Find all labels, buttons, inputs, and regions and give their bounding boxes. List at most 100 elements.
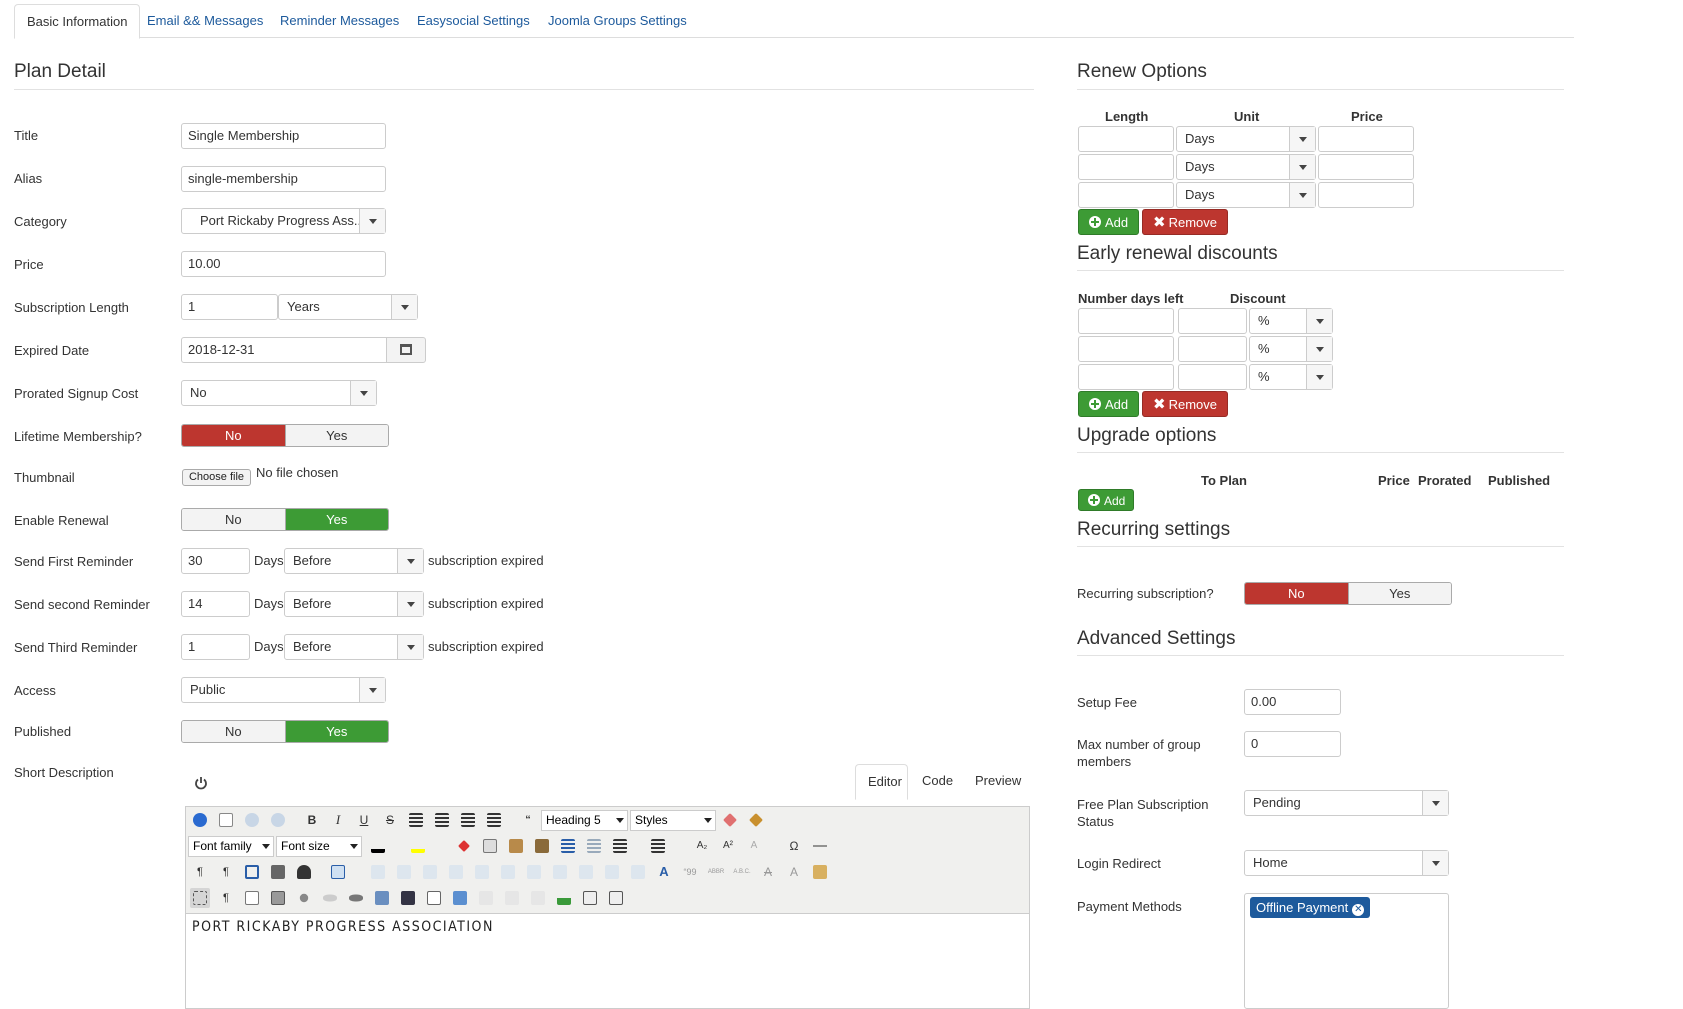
renew-unit-select[interactable]: Days: [1176, 126, 1316, 152]
media-icon[interactable]: [398, 888, 418, 908]
max-group-members-input[interactable]: 0: [1244, 731, 1341, 757]
font-size-select[interactable]: Font size: [276, 836, 362, 857]
template-icon[interactable]: [242, 888, 262, 908]
insert-row-after-icon[interactable]: [446, 862, 466, 882]
blockquote-icon[interactable]: “: [518, 810, 538, 830]
login-redirect-select[interactable]: Home: [1244, 850, 1449, 876]
toggle-no[interactable]: No: [182, 425, 285, 446]
read-more-icon[interactable]: [606, 888, 626, 908]
font-family-select[interactable]: Font family: [188, 836, 274, 857]
insert-col-after-icon[interactable]: [524, 862, 544, 882]
access-select[interactable]: Public: [181, 677, 386, 703]
renew-remove-button[interactable]: ✖ Remove: [1142, 209, 1228, 235]
insert-image-icon[interactable]: [372, 888, 392, 908]
preview-icon[interactable]: [528, 888, 548, 908]
early-discount-type-select[interactable]: %: [1249, 336, 1333, 362]
renew-length-input[interactable]: [1078, 126, 1174, 152]
power-icon[interactable]: [194, 776, 208, 791]
special-char-icon[interactable]: Ω: [784, 836, 804, 856]
early-days-input[interactable]: [1078, 308, 1174, 334]
undo-icon[interactable]: [242, 810, 262, 830]
remove-tag-icon[interactable]: ✕: [1352, 904, 1365, 916]
image-icon[interactable]: [268, 888, 288, 908]
published-toggle[interactable]: No Yes: [181, 720, 389, 743]
upgrade-add-button[interactable]: Add: [1078, 489, 1134, 511]
font-style-icon[interactable]: A: [654, 862, 674, 882]
editor-tab-preview[interactable]: Preview: [963, 764, 1033, 800]
help-icon[interactable]: [190, 810, 210, 830]
text-color-icon[interactable]: [368, 836, 388, 856]
table-cell-props-icon[interactable]: [394, 862, 414, 882]
renew-add-button[interactable]: Add: [1078, 209, 1139, 235]
bold-icon[interactable]: B: [302, 810, 322, 830]
tab-reminder-messages[interactable]: Reminder Messages: [268, 4, 411, 38]
eraser-icon[interactable]: [720, 810, 740, 830]
early-discount-type-select[interactable]: %: [1249, 364, 1333, 390]
early-discount-input[interactable]: [1178, 336, 1247, 362]
renew-length-input[interactable]: [1078, 154, 1174, 180]
first-reminder-input[interactable]: 30: [181, 548, 250, 574]
highlight-color-icon[interactable]: [408, 836, 428, 856]
page-break-icon[interactable]: [580, 888, 600, 908]
expired-date-input[interactable]: 2018-12-31: [181, 337, 387, 363]
prorated-signup-select[interactable]: No: [181, 380, 377, 406]
anchor-icon[interactable]: [294, 888, 314, 908]
delete-col-icon[interactable]: [550, 862, 570, 882]
toggle-no[interactable]: No: [182, 721, 285, 742]
price-input[interactable]: 10.00: [181, 251, 386, 277]
redo-icon[interactable]: [268, 810, 288, 830]
rtl-icon[interactable]: ¶: [216, 862, 236, 882]
styles-select[interactable]: Styles: [630, 810, 716, 831]
subscript-icon[interactable]: A₂: [692, 836, 712, 856]
split-cells-icon[interactable]: [576, 862, 596, 882]
early-discount-input[interactable]: [1178, 364, 1247, 390]
editor-tab-editor[interactable]: Editor: [855, 764, 908, 800]
first-reminder-when-select[interactable]: Before: [284, 548, 424, 574]
strikethrough-icon[interactable]: S: [380, 810, 400, 830]
delete-row-icon[interactable]: [472, 862, 492, 882]
bullet-list-icon[interactable]: [648, 836, 668, 856]
print-icon[interactable]: [268, 862, 288, 882]
renew-length-input[interactable]: [1078, 182, 1174, 208]
tab-email-messages[interactable]: Email && Messages: [135, 4, 275, 38]
alias-input[interactable]: single-membership: [181, 166, 386, 192]
tab-easysocial-settings[interactable]: Easysocial Settings: [405, 4, 542, 38]
choose-file-button[interactable]: Choose file: [182, 469, 251, 486]
toggle-yes[interactable]: Yes: [1347, 583, 1451, 604]
horizontal-rule-icon[interactable]: [810, 836, 830, 856]
ins-icon[interactable]: A: [784, 862, 804, 882]
enable-renewal-toggle[interactable]: No Yes: [181, 508, 389, 531]
toggle-yes[interactable]: Yes: [284, 509, 388, 530]
acronym-icon[interactable]: A.B.C.: [732, 862, 752, 882]
editor-tab-code[interactable]: Code: [910, 764, 965, 800]
paste-word-icon[interactable]: [532, 836, 552, 856]
file-icon[interactable]: [424, 888, 444, 908]
renew-unit-select[interactable]: Days: [1176, 182, 1316, 208]
renew-price-input[interactable]: [1318, 182, 1414, 208]
heading-select[interactable]: Heading 5: [541, 810, 628, 831]
layer-icon[interactable]: [628, 862, 648, 882]
toggle-yes[interactable]: Yes: [284, 721, 388, 742]
calendar-button[interactable]: [386, 337, 426, 363]
setup-fee-input[interactable]: 0.00: [1244, 689, 1341, 715]
brush-icon[interactable]: [746, 810, 766, 830]
fullscreen-icon[interactable]: [242, 862, 262, 882]
save-icon[interactable]: [476, 888, 496, 908]
insert-row-before-icon[interactable]: [420, 862, 440, 882]
tab-joomla-groups-settings[interactable]: Joomla Groups Settings: [536, 4, 699, 38]
attributes-icon[interactable]: [810, 862, 830, 882]
outdent-icon[interactable]: [584, 836, 604, 856]
second-reminder-input[interactable]: 14: [181, 591, 250, 617]
unlink-icon[interactable]: [320, 888, 340, 908]
category-select[interactable]: Port Rickaby Progress Ass...: [181, 208, 386, 234]
early-remove-button[interactable]: ✖ Remove: [1142, 391, 1228, 417]
payment-methods-multiselect[interactable]: Offline Payment ✕: [1244, 893, 1449, 1009]
new-document-icon[interactable]: [216, 810, 236, 830]
second-reminder-when-select[interactable]: Before: [284, 591, 424, 617]
numbered-list-icon[interactable]: [610, 836, 630, 856]
language-icon[interactable]: A: [744, 836, 764, 856]
table-row-props-icon[interactable]: [368, 862, 388, 882]
early-discount-type-select[interactable]: %: [1249, 308, 1333, 334]
italic-icon[interactable]: I: [328, 810, 348, 830]
align-justify-icon[interactable]: [406, 810, 426, 830]
